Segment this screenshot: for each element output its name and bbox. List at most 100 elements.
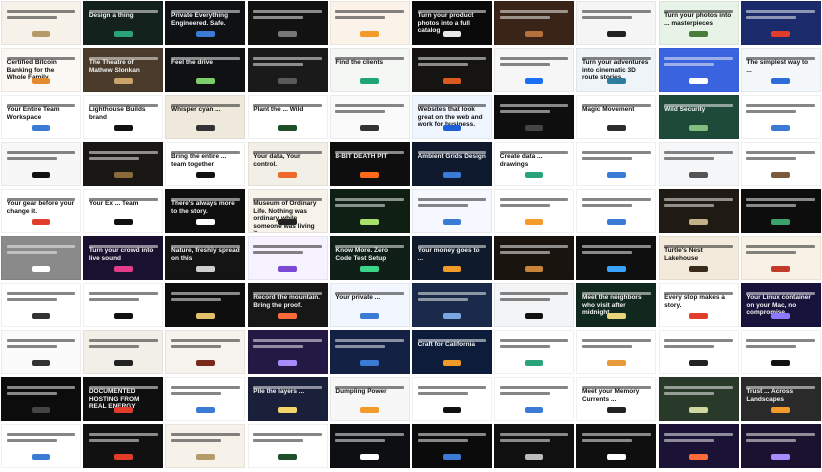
website-thumbnail[interactable]: Ambient Grids Design	[411, 142, 492, 186]
website-thumbnail[interactable]	[658, 142, 739, 186]
website-thumbnail[interactable]: Bring the entire ... team together	[165, 142, 246, 186]
website-thumbnail[interactable]: Record the mountain. Bring the proof.	[247, 283, 328, 327]
website-thumbnail[interactable]: Magic Movement	[576, 95, 657, 139]
website-thumbnail[interactable]	[1, 424, 81, 468]
website-thumbnail[interactable]	[494, 377, 575, 421]
website-thumbnail[interactable]	[1, 1, 81, 45]
website-thumbnail[interactable]	[83, 424, 164, 468]
website-thumbnail[interactable]	[411, 189, 492, 233]
website-thumbnail[interactable]	[1, 330, 81, 374]
website-thumbnail[interactable]	[494, 95, 575, 139]
website-thumbnail[interactable]: The simplest way to ...	[740, 48, 821, 92]
website-thumbnail[interactable]: 8-BIT DEATH PIT	[329, 142, 410, 186]
website-thumbnail[interactable]: Whisper cyan ...	[165, 95, 246, 139]
website-thumbnail[interactable]: Your money goes to ...	[411, 236, 492, 280]
website-thumbnail[interactable]: Your Linux container on your Mac, no com…	[740, 283, 821, 327]
website-thumbnail[interactable]	[329, 330, 410, 374]
website-thumbnail[interactable]	[411, 283, 492, 327]
website-thumbnail[interactable]: Turn your adventures into cinematic 3D r…	[576, 48, 657, 92]
website-thumbnail[interactable]: Pile the layers ...	[247, 377, 328, 421]
website-thumbnail[interactable]	[165, 424, 246, 468]
website-thumbnail[interactable]: The Theatre of Mathew Slonkan	[83, 48, 164, 92]
website-thumbnail[interactable]	[494, 189, 575, 233]
website-thumbnail[interactable]	[740, 424, 821, 468]
website-thumbnail[interactable]: Every stop makes a story.	[658, 283, 739, 327]
website-thumbnail[interactable]: Your gear before your change it.	[1, 189, 81, 233]
website-thumbnail[interactable]: Your data, Your control.	[247, 142, 328, 186]
website-thumbnail[interactable]: Turn your photos into ... masterpieces	[658, 1, 739, 45]
website-thumbnail[interactable]	[494, 283, 575, 327]
website-thumbnail[interactable]: Feel the drive	[165, 48, 246, 92]
website-thumbnail[interactable]: Create data ... drawings	[494, 142, 575, 186]
website-thumbnail[interactable]: There's always more to the story.	[165, 189, 246, 233]
website-thumbnail[interactable]: Meet the neighbors who visit after midni…	[576, 283, 657, 327]
website-thumbnail[interactable]	[165, 377, 246, 421]
website-thumbnail[interactable]	[494, 330, 575, 374]
website-thumbnail[interactable]: Lighthouse Builds brand	[83, 95, 164, 139]
website-thumbnail[interactable]	[494, 236, 575, 280]
website-thumbnail[interactable]	[576, 330, 657, 374]
website-thumbnail[interactable]	[411, 424, 492, 468]
website-thumbnail[interactable]	[494, 48, 575, 92]
website-thumbnail[interactable]	[83, 330, 164, 374]
website-thumbnail[interactable]: Websites that look great on the web and …	[411, 95, 492, 139]
website-thumbnail[interactable]	[576, 142, 657, 186]
website-thumbnail[interactable]: Turn your crowd into live sound	[83, 236, 164, 280]
website-thumbnail[interactable]	[165, 330, 246, 374]
website-thumbnail[interactable]	[740, 95, 821, 139]
website-thumbnail[interactable]: Nature, freshly spread on this	[165, 236, 246, 280]
website-thumbnail[interactable]	[494, 1, 575, 45]
website-thumbnail[interactable]	[247, 48, 328, 92]
website-thumbnail[interactable]: Museum of Ordinary Life. Nothing was ord…	[247, 189, 328, 233]
website-thumbnail[interactable]: Trust ... Across Landscapes	[740, 377, 821, 421]
website-thumbnail[interactable]	[740, 142, 821, 186]
website-thumbnail[interactable]	[576, 1, 657, 45]
website-thumbnail[interactable]: Your Ex ... Team	[83, 189, 164, 233]
website-thumbnail[interactable]	[329, 1, 410, 45]
website-thumbnail[interactable]	[83, 142, 164, 186]
website-thumbnail[interactable]	[576, 424, 657, 468]
website-thumbnail[interactable]	[1, 283, 81, 327]
website-thumbnail[interactable]	[247, 330, 328, 374]
website-thumbnail[interactable]	[1, 142, 81, 186]
website-thumbnail[interactable]: Know More. Zero Code Test Setup	[329, 236, 410, 280]
website-thumbnail[interactable]	[576, 189, 657, 233]
website-thumbnail[interactable]: Your Entire Team Workspace	[1, 95, 81, 139]
website-thumbnail[interactable]	[740, 236, 821, 280]
website-thumbnail[interactable]	[740, 189, 821, 233]
website-thumbnail[interactable]	[411, 48, 492, 92]
website-thumbnail[interactable]: Craft for California	[411, 330, 492, 374]
website-thumbnail[interactable]: Dumpling Power	[329, 377, 410, 421]
website-thumbnail[interactable]	[658, 377, 739, 421]
website-thumbnail[interactable]	[658, 48, 739, 92]
website-thumbnail[interactable]: Wild Security	[658, 95, 739, 139]
website-thumbnail[interactable]	[329, 424, 410, 468]
website-thumbnail[interactable]: Meet your Memory Currents ...	[576, 377, 657, 421]
website-thumbnail[interactable]	[329, 95, 410, 139]
website-thumbnail[interactable]: Plant the ... Wild	[247, 95, 328, 139]
website-thumbnail[interactable]	[576, 236, 657, 280]
website-thumbnail[interactable]	[740, 1, 821, 45]
website-thumbnail[interactable]: Private Everything Engineered. Safe.	[165, 1, 246, 45]
website-thumbnail[interactable]	[494, 424, 575, 468]
website-thumbnail[interactable]	[1, 377, 81, 421]
website-thumbnail[interactable]	[658, 424, 739, 468]
website-thumbnail[interactable]	[658, 189, 739, 233]
website-thumbnail[interactable]	[411, 377, 492, 421]
website-thumbnail[interactable]: DOCUMENTED HOSTING FROM REAL ENERGY	[83, 377, 164, 421]
website-thumbnail[interactable]	[247, 1, 328, 45]
website-thumbnail[interactable]	[83, 283, 164, 327]
website-thumbnail[interactable]: Design a thing	[83, 1, 164, 45]
website-thumbnail[interactable]: Your private ...	[329, 283, 410, 327]
website-thumbnail[interactable]	[329, 189, 410, 233]
website-thumbnail[interactable]	[165, 283, 246, 327]
website-thumbnail[interactable]	[247, 236, 328, 280]
website-thumbnail[interactable]: Turtle's Nest Lakehouse	[658, 236, 739, 280]
website-thumbnail[interactable]	[740, 330, 821, 374]
website-thumbnail[interactable]: Find the clients	[329, 48, 410, 92]
website-thumbnail[interactable]	[247, 424, 328, 468]
website-thumbnail[interactable]: Turn your product photos into a full cat…	[411, 1, 492, 45]
website-thumbnail[interactable]	[658, 330, 739, 374]
website-thumbnail[interactable]: Certified Bitcoin Banking for the Whole …	[1, 48, 81, 92]
website-thumbnail[interactable]	[1, 236, 81, 280]
